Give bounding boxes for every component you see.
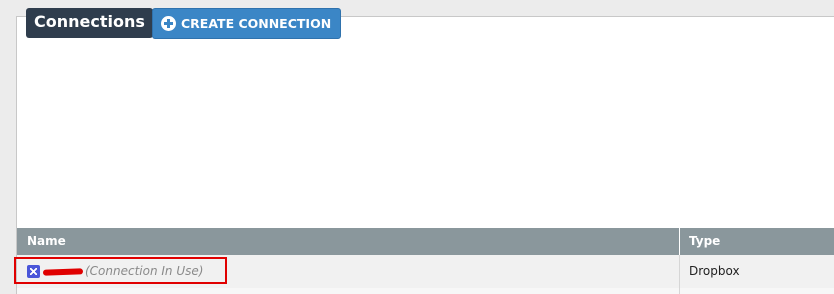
partial-cell [17, 288, 680, 294]
connection-in-use-label: (Connection In Use) [85, 264, 204, 278]
connections-table: Name Type (Connection In Use) Dropbox [14, 228, 834, 294]
create-connection-label: CREATE CONNECTION [181, 16, 332, 31]
table-header: Name Type [17, 228, 834, 255]
table-row[interactable]: (Connection In Use) Dropbox [14, 255, 834, 288]
plus-circle-icon [161, 16, 176, 31]
page-title: Connections [26, 8, 153, 38]
column-header-name[interactable]: Name [17, 228, 680, 255]
connection-type-cell: Dropbox [689, 264, 740, 278]
create-connection-button[interactable]: CREATE CONNECTION [152, 8, 342, 39]
dropbox-icon [27, 265, 40, 278]
redacted-connection-name [42, 267, 84, 276]
connection-name-cell[interactable]: (Connection In Use) [14, 255, 680, 288]
column-header-type[interactable]: Type [680, 228, 834, 255]
page: Connections CREATE CONNECTION Name Type … [0, 0, 834, 294]
table-row-partial [17, 288, 834, 294]
